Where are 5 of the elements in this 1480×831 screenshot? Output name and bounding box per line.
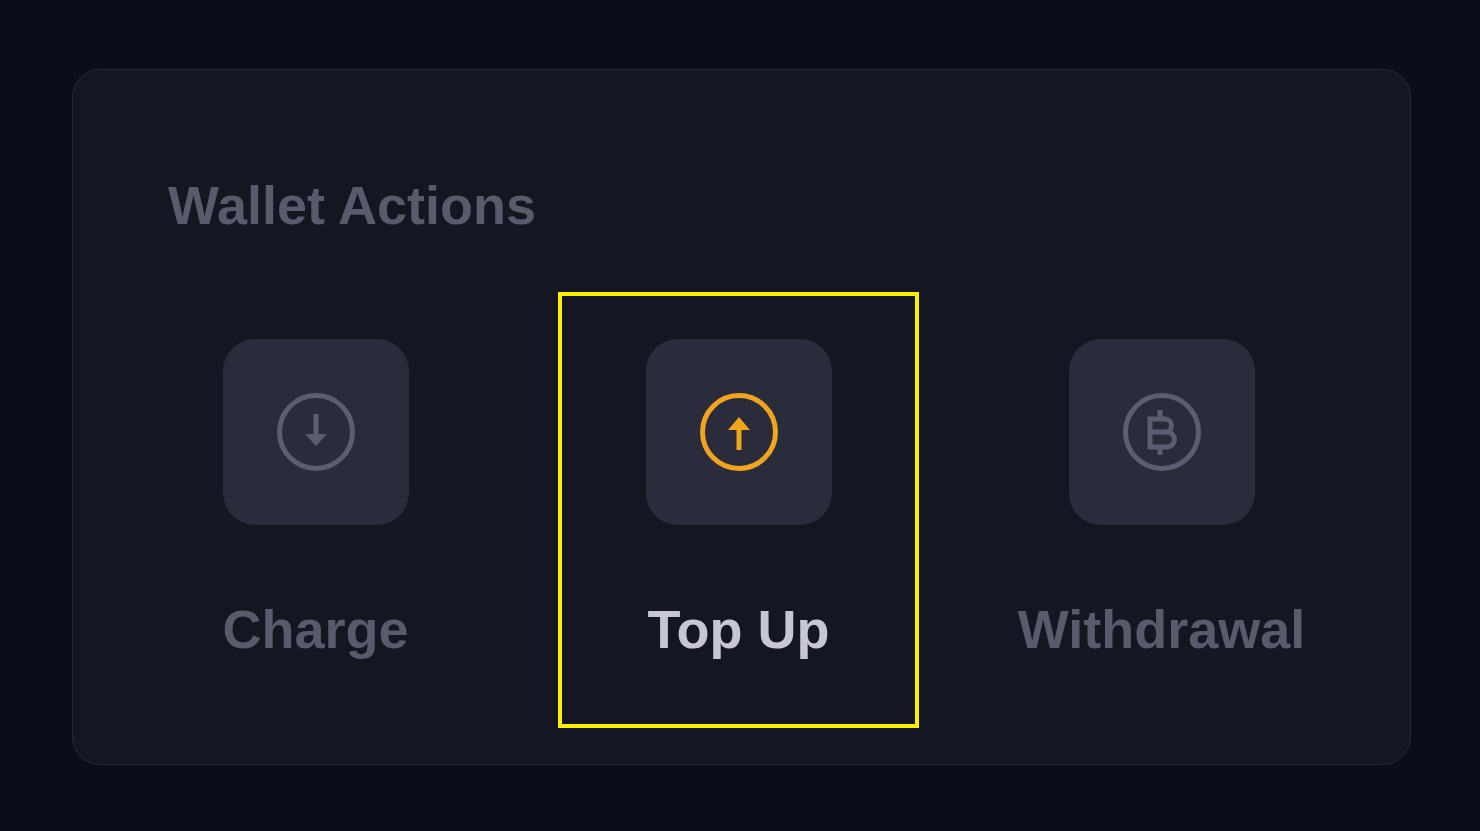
wallet-action-button[interactable]: Top Up <box>558 292 919 728</box>
section-title: Wallet Actions <box>168 178 537 232</box>
wallet-action-button[interactable]: Withdrawal <box>981 292 1342 728</box>
wallet-action-button[interactable]: Charge <box>135 292 496 728</box>
coin-icon <box>1068 339 1255 525</box>
